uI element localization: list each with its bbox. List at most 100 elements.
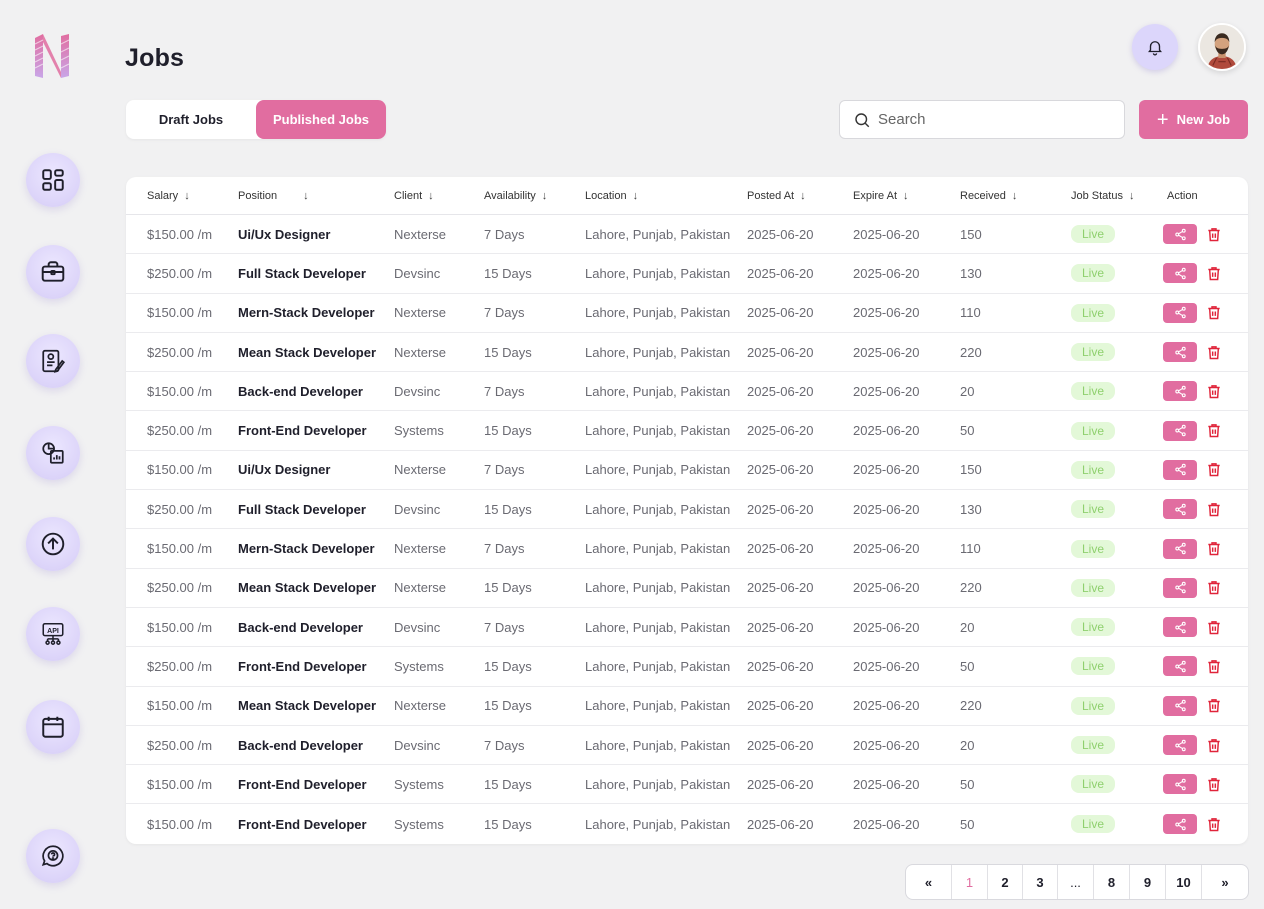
table-row[interactable]: $150.00 /m Front-End Developer Systems 15 D…: [126, 804, 1248, 843]
pagination-first-button[interactable]: «: [906, 865, 952, 899]
table-row[interactable]: $150.00 /m Mern-Stack Developer Nexterse 7 …: [126, 294, 1248, 333]
expire-at-cell: 2025-06-20: [853, 776, 920, 792]
user-avatar[interactable]: [1198, 23, 1246, 71]
share-button[interactable]: [1163, 814, 1197, 835]
pagination-page-10[interactable]: 10: [1166, 865, 1202, 899]
delete-button[interactable]: [1206, 657, 1222, 675]
sidebar-jobs-button[interactable]: [26, 245, 80, 299]
share-button[interactable]: [1163, 695, 1197, 716]
delete-button[interactable]: [1206, 815, 1222, 833]
pagination-page-3[interactable]: 3: [1023, 865, 1058, 899]
jobs-table: Salary ↓ Position ↓ Client ↓ Availability ↓ …: [126, 177, 1248, 844]
delete-button[interactable]: [1206, 775, 1222, 793]
sidebar-calendar-button[interactable]: [26, 700, 80, 754]
share-button[interactable]: [1163, 381, 1197, 402]
delete-button[interactable]: [1206, 618, 1222, 636]
delete-button[interactable]: [1206, 697, 1222, 715]
share-button[interactable]: [1163, 459, 1197, 480]
header-position[interactable]: Position ↓: [238, 190, 394, 202]
pagination-page-9[interactable]: 9: [1130, 865, 1166, 899]
sidebar-upload-button[interactable]: [26, 517, 80, 571]
table-row[interactable]: $150.00 /m Back-end Developer Devsinc 7 Day…: [126, 372, 1248, 412]
table-row[interactable]: $150.00 /m Back-end Developer Devsinc 7 Day…: [126, 608, 1248, 648]
tab-published-jobs[interactable]: Published Jobs: [256, 100, 386, 139]
table-row[interactable]: $250.00 /m Front-End Developer Systems 15 D…: [126, 411, 1248, 451]
table-row[interactable]: $250.00 /m Back-end Developer Devsinc 7 Day…: [126, 726, 1248, 766]
share-button[interactable]: [1163, 538, 1197, 559]
share-button[interactable]: [1163, 342, 1197, 363]
action-cell: [1163, 224, 1248, 245]
action-cell: [1163, 774, 1248, 795]
table-row[interactable]: $250.00 /m Mean Stack Developer Nexterse 15…: [126, 569, 1248, 608]
sidebar-dashboard-button[interactable]: [26, 153, 80, 207]
share-button[interactable]: [1163, 656, 1197, 677]
header-salary[interactable]: Salary ↓: [126, 190, 238, 202]
header-location[interactable]: Location ↓: [585, 190, 747, 202]
client-cell: Nexterse: [394, 541, 447, 557]
delete-button[interactable]: [1206, 343, 1222, 361]
sidebar-reports-button[interactable]: [26, 426, 80, 480]
posted-at-cell: 2025-06-20: [747, 658, 814, 674]
delete-button[interactable]: [1206, 579, 1222, 597]
pagination-page-8[interactable]: 8: [1094, 865, 1130, 899]
sort-arrow-icon: ↓: [800, 189, 806, 202]
report-chart-icon: [42, 442, 64, 464]
header-posted-at[interactable]: Posted At ↓: [747, 190, 853, 202]
share-button[interactable]: [1163, 224, 1197, 245]
expire-at-cell: 2025-06-20: [853, 462, 920, 478]
table-row[interactable]: $250.00 /m Mean Stack Developer Nexterse 15…: [126, 333, 1248, 373]
delete-button[interactable]: [1206, 225, 1222, 243]
table-row[interactable]: $150.00 /m Front-End Developer Systems 15 D…: [126, 765, 1248, 805]
table-row[interactable]: $250.00 /m Full Stack Developer Devsinc 15 …: [126, 254, 1248, 294]
received-cell: 50: [960, 776, 975, 792]
header-job-status[interactable]: Job Status ↓: [1071, 190, 1163, 202]
share-button[interactable]: [1163, 617, 1197, 638]
delete-button[interactable]: [1206, 736, 1222, 754]
header-availability[interactable]: Availability ↓: [484, 190, 585, 202]
position-cell: Front-End Developer: [238, 776, 367, 792]
table-row[interactable]: $150.00 /m Ui/Ux Designer Nexterse 7 Days La…: [126, 215, 1248, 255]
sidebar-help-button[interactable]: [26, 829, 80, 883]
share-button[interactable]: [1163, 499, 1197, 520]
upload-icon: [41, 532, 65, 556]
sidebar-api-button[interactable]: API: [26, 607, 80, 661]
header-received[interactable]: Received ↓: [960, 190, 1071, 202]
share-button[interactable]: [1163, 774, 1197, 795]
delete-button[interactable]: [1206, 264, 1222, 282]
pagination-page-1[interactable]: 1: [952, 865, 988, 899]
table-row[interactable]: $250.00 /m Full Stack Developer Devsinc 15 …: [126, 490, 1248, 530]
status-cell: Live: [1071, 775, 1163, 794]
share-button[interactable]: [1163, 735, 1197, 755]
new-job-button[interactable]: + New Job: [1139, 100, 1248, 139]
share-button[interactable]: [1163, 420, 1197, 441]
sidebar-resume-button[interactable]: [26, 334, 80, 388]
delete-button[interactable]: [1206, 461, 1222, 479]
table-row[interactable]: $150.00 /m Mean Stack Developer Nexterse 15…: [126, 687, 1248, 726]
pagination-last-button[interactable]: »: [1202, 865, 1248, 899]
status-badge: Live: [1071, 815, 1116, 834]
delete-button[interactable]: [1206, 304, 1222, 322]
table-row[interactable]: $150.00 /m Mern-Stack Developer Nexterse 7 …: [126, 529, 1248, 569]
notifications-button[interactable]: [1132, 24, 1178, 70]
header-client[interactable]: Client ↓: [394, 190, 484, 202]
delete-button[interactable]: [1206, 382, 1222, 400]
header-expire-at[interactable]: Expire At ↓: [853, 190, 960, 202]
table-row[interactable]: $250.00 /m Front-End Developer Systems 15 D…: [126, 647, 1248, 687]
search-input[interactable]: [878, 111, 1108, 128]
trash-icon: [1208, 699, 1220, 713]
tab-draft-jobs[interactable]: Draft Jobs: [126, 100, 256, 139]
client-cell: Devsinc: [394, 501, 441, 517]
table-row[interactable]: $150.00 /m Ui/Ux Designer Nexterse 7 Days La…: [126, 451, 1248, 491]
pagination-page-2[interactable]: 2: [988, 865, 1023, 899]
share-button[interactable]: [1163, 577, 1197, 598]
header-action: Action: [1167, 189, 1198, 202]
salary-cell: $250.00 /m: [147, 737, 213, 753]
delete-button[interactable]: [1206, 422, 1222, 440]
delete-button[interactable]: [1206, 500, 1222, 518]
expire-at-cell: 2025-06-20: [853, 541, 920, 557]
delete-button[interactable]: [1206, 540, 1222, 558]
action-cell: [1163, 381, 1248, 402]
share-button[interactable]: [1163, 302, 1197, 323]
salary-cell: $250.00 /m: [147, 580, 213, 596]
share-button[interactable]: [1163, 263, 1197, 284]
